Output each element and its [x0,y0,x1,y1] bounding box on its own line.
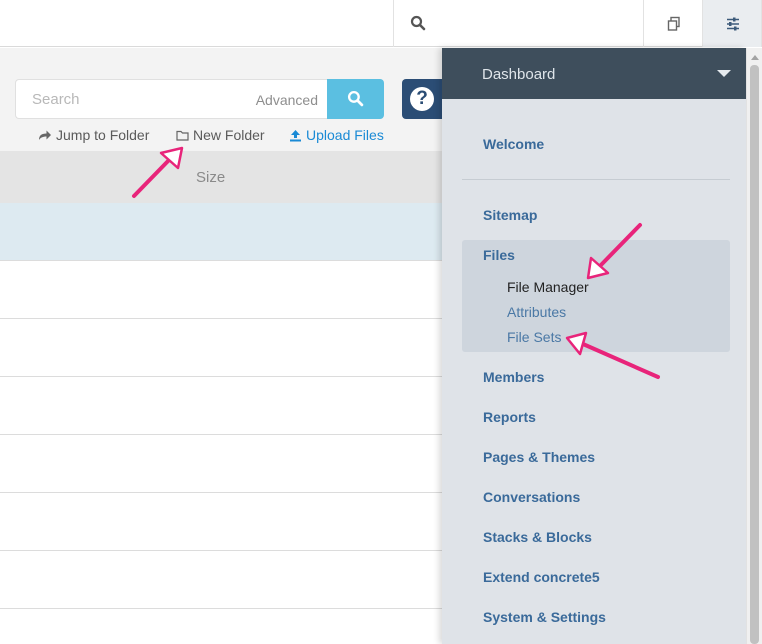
top-toolbar [0,0,762,47]
nav-file-manager[interactable]: File Manager [507,279,589,295]
dashboard-panel-toggle-button[interactable] [703,0,762,47]
file-table-header: Size [0,151,442,203]
jump-to-folder-label: Jump to Folder [56,127,150,143]
nav-members[interactable]: Members [483,369,544,385]
nav-sitemap[interactable]: Sitemap [483,207,537,223]
dashboard-panel: Dashboard Welcome Sitemap Files File Man… [442,48,746,644]
search-button[interactable] [327,79,384,119]
nav-reports[interactable]: Reports [483,409,536,425]
scrollbar-thumb[interactable] [750,65,759,644]
question-circle-icon: ? [410,87,434,111]
table-row[interactable] [0,609,442,644]
size-column-header[interactable]: Size [196,169,225,186]
search-placeholder: Search [32,91,80,108]
help-button[interactable]: ? [402,79,442,119]
table-row[interactable] [0,319,442,377]
nav-divider [462,179,730,180]
table-row[interactable] [0,377,442,435]
search-icon [347,90,364,107]
upload-files-link[interactable]: Upload Files [289,127,384,143]
file-manager-main: Search Advanced ? Jump to Folder New Fol… [0,48,442,644]
advanced-search-link[interactable]: Advanced [256,92,318,108]
upload-icon [290,129,301,141]
folder-icon [176,130,189,141]
nav-welcome[interactable]: Welcome [483,136,544,152]
dashboard-title: Dashboard [482,66,556,83]
table-row[interactable] [0,261,442,319]
nav-attributes[interactable]: Attributes [507,304,566,320]
nav-conversations[interactable]: Conversations [483,489,580,505]
caret-down-icon [717,70,731,77]
nav-pages-themes[interactable]: Pages & Themes [483,449,595,465]
search-icon [410,15,426,36]
nav-stacks-blocks[interactable]: Stacks & Blocks [483,529,592,545]
nav-extend-concrete5[interactable]: Extend concrete5 [483,569,600,585]
nav-files[interactable]: Files [483,247,515,263]
vertical-scrollbar[interactable] [746,48,762,644]
copy-icon [667,16,680,31]
share-arrow-icon [39,130,51,140]
jump-to-folder-link[interactable]: Jump to Folder [38,127,149,143]
toolbar-search-field[interactable] [393,0,644,47]
table-row[interactable] [0,435,442,493]
table-row[interactable] [0,493,442,551]
nav-system-settings[interactable]: System & Settings [483,609,606,625]
file-search-input[interactable]: Search Advanced [15,79,327,119]
table-row[interactable] [0,203,442,261]
new-folder-label: New Folder [193,127,265,143]
table-row[interactable] [0,551,442,609]
new-folder-link[interactable]: New Folder [176,127,265,143]
nav-file-sets[interactable]: File Sets [507,329,561,345]
copy-button[interactable] [644,0,703,47]
scroll-up-arrow-icon[interactable] [751,55,759,60]
upload-files-label: Upload Files [306,127,384,143]
sliders-icon [727,17,739,31]
dashboard-panel-header[interactable]: Dashboard [442,48,746,99]
